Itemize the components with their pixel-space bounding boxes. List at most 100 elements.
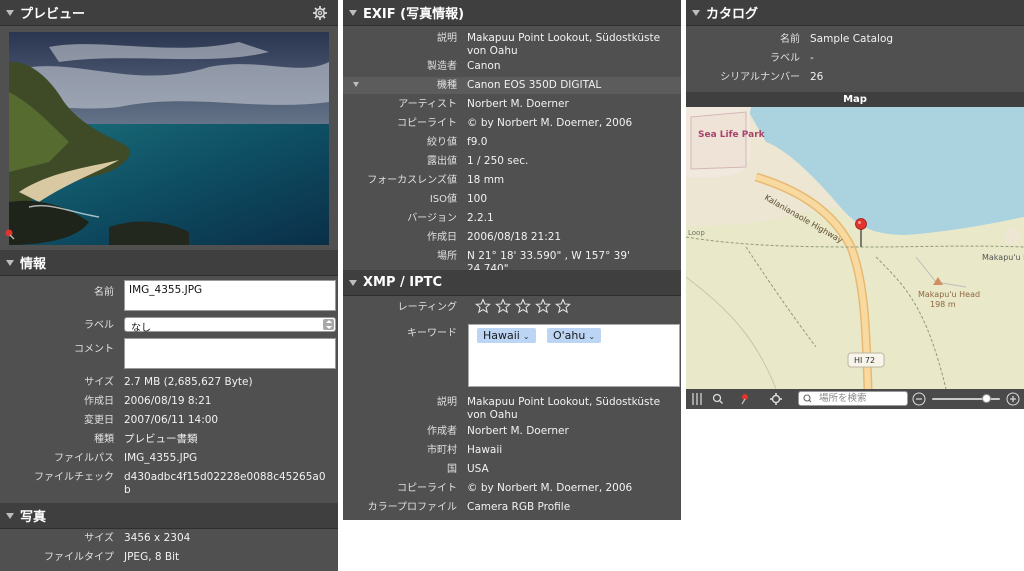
field-row: 説明 Makapuu Point Lookout, Südostküste von… <box>343 32 681 58</box>
chevron-down-icon[interactable]: ⌄ <box>588 332 595 341</box>
disclosure-triangle-icon[interactable] <box>6 259 14 266</box>
field-row: 露出値 1 / 250 sec. <box>343 155 681 168</box>
field-value: 2.7 MB (2,685,627 Byte) <box>124 376 253 388</box>
middle-panel: EXIF (写真情報) 説明 Makapuu Point Lookout, Süd… <box>343 0 681 520</box>
exif-title: EXIF (写真情報) <box>363 7 465 22</box>
field-row: サイズ 3456 x 2304 <box>0 532 338 545</box>
field-label: コピーライト <box>397 483 457 494</box>
field-row: バージョン 2.2.1 <box>343 212 681 225</box>
keyword-tag[interactable]: O'ahu ⌄ <box>547 328 602 343</box>
field-row: 絞り値 f9.0 <box>343 136 681 149</box>
field-row: 説明 Makapuu Point Lookout, Südostküste von… <box>343 396 681 422</box>
disclosure-triangle-icon[interactable] <box>349 9 357 16</box>
field-value: Sample Catalog <box>810 33 894 45</box>
field-value: 1 / 250 sec. <box>467 155 529 167</box>
field-value: プレビュー書類 <box>124 433 198 445</box>
columns-icon[interactable] <box>689 391 705 407</box>
field-label: コピーライト <box>397 118 457 129</box>
zoom-out-icon[interactable] <box>911 391 927 407</box>
disclosure-triangle-icon[interactable] <box>349 279 357 286</box>
field-value: USA <box>467 463 489 475</box>
map-view[interactable]: Sea Life Park Kalanianaole Highway Loop … <box>686 107 1024 389</box>
model-disclosure-icon[interactable] <box>353 82 359 87</box>
rating-star-icon[interactable] <box>495 298 511 314</box>
rating-stars[interactable] <box>475 298 575 317</box>
gear-icon[interactable] <box>312 5 328 21</box>
field-row: ファイルタイプ JPEG, 8 Bit <box>0 551 338 564</box>
comment-label: コメント <box>74 344 114 355</box>
field-row: ファイルパス IMG_4355.JPG <box>0 452 338 465</box>
field-value: 18 mm <box>467 174 505 186</box>
map-label-sea-life-park: Sea Life Park <box>698 130 766 140</box>
field-label: 市町村 <box>427 445 457 456</box>
field-value: Canon EOS 350D DIGITAL <box>467 79 602 91</box>
comment-field[interactable] <box>124 338 336 369</box>
rating-star-icon[interactable] <box>535 298 551 314</box>
field-value: © by Norbert M. Doerner, 2006 <box>467 117 633 129</box>
field-label: バージョン <box>407 213 457 224</box>
field-label: ラベル <box>770 53 800 64</box>
field-row: 作成日 2006/08/19 8:21 <box>0 395 338 408</box>
keyword-tag-label: Hawaii <box>483 329 520 342</box>
field-label: 名前 <box>780 34 800 45</box>
label-select[interactable]: なし <box>124 317 336 334</box>
photo-title: 写真 <box>20 510 47 525</box>
field-row: 名前 Sample Catalog <box>686 33 1024 46</box>
rating-star-icon[interactable] <box>475 298 491 314</box>
field-label: フォーカスレンズ値 <box>367 175 457 186</box>
field-value: 2006/08/19 8:21 <box>124 395 212 407</box>
field-label: ファイルタイプ <box>44 552 114 563</box>
field-row: アーティスト Norbert M. Doerner <box>343 98 681 111</box>
search-icon[interactable] <box>710 391 726 407</box>
field-label: 国 <box>447 464 457 475</box>
field-value: Hawaii <box>467 444 503 456</box>
field-value: Canon <box>467 60 501 72</box>
pin-icon[interactable] <box>737 391 753 407</box>
zoom-slider-knob[interactable] <box>982 394 992 403</box>
field-label: アーティスト <box>398 99 457 110</box>
disclosure-triangle-icon[interactable] <box>6 512 14 519</box>
map-canvas[interactable]: Sea Life Park Kalanianaole Highway Loop … <box>686 107 1024 389</box>
disclosure-triangle-icon[interactable] <box>692 9 700 16</box>
field-row: 変更日 2007/06/11 14:00 <box>0 414 338 427</box>
rating-star-icon[interactable] <box>555 298 571 314</box>
field-label: サイズ <box>84 377 114 388</box>
chevron-down-icon[interactable]: ⌄ <box>523 332 530 341</box>
rating-star-icon[interactable] <box>515 298 531 314</box>
field-row: 製造者 Canon <box>343 60 681 73</box>
field-row: サイズ 2.7 MB (2,685,627 Byte) <box>0 376 338 389</box>
search-dropdown-icon[interactable] <box>802 393 814 405</box>
zoom-in-icon[interactable] <box>1005 391 1021 407</box>
preview-section-header[interactable]: プレビュー <box>0 0 338 26</box>
field-value: d430adbc4f15d02228e0088c45265a0b <box>124 471 326 496</box>
rating-label: レーティング <box>397 302 457 313</box>
map-label-makapuu-point: Makapu'u Point Li <box>982 253 1024 262</box>
map-label-elevation: 198 m <box>930 300 956 309</box>
field-value: JPEG, 8 Bit <box>124 551 180 563</box>
keywords-field[interactable]: Hawaii ⌄ O'ahu ⌄ <box>468 324 680 387</box>
field-row: コピーライト © by Norbert M. Doerner, 2006 <box>343 482 681 495</box>
field-value: 2.2.1 <box>467 212 494 224</box>
field-value: 2006/08/18 21:21 <box>467 231 562 243</box>
exif-section-header[interactable]: EXIF (写真情報) <box>343 0 681 26</box>
field-label: 絞り値 <box>427 137 457 148</box>
disclosure-triangle-icon[interactable] <box>6 9 14 16</box>
map-search-input[interactable]: 場所を検索 <box>798 391 908 406</box>
info-section-header[interactable]: 情報 <box>0 250 338 276</box>
field-label: 露出値 <box>427 156 457 167</box>
photo-section-header[interactable]: 写真 <box>0 503 338 529</box>
gear-icon[interactable] <box>768 391 784 407</box>
catalog-title: カタログ <box>706 7 759 22</box>
keyword-tag[interactable]: Hawaii ⌄ <box>477 328 536 343</box>
field-row: ISO値 100 <box>343 193 681 206</box>
field-value: Camera RGB Profile <box>467 501 571 513</box>
name-field[interactable]: IMG_4355.JPG <box>124 280 336 311</box>
field-label: カラープロファイル <box>367 502 457 513</box>
right-panel: カタログ 名前 Sample Catalog ラベル - シリアルナンバー 26 Map … <box>686 0 1024 409</box>
field-value: Makapuu Point Lookout, Südostküste von O… <box>467 32 661 57</box>
xmp-section-header[interactable]: XMP / IPTC <box>343 270 681 296</box>
catalog-section-header[interactable]: カタログ <box>686 0 1024 26</box>
field-row: 作成日 2006/08/18 21:21 <box>343 231 681 244</box>
map-label-makapuu-head: Makapu'u Head <box>918 290 980 299</box>
field-row: 市町村 Hawaii <box>343 444 681 457</box>
